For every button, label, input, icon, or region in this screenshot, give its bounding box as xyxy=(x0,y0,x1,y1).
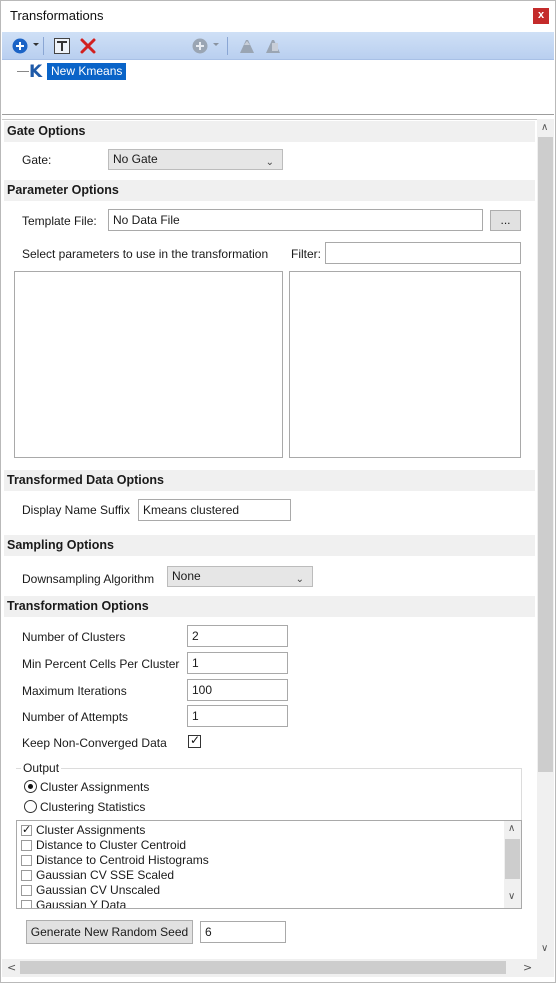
scroll-up-icon[interactable]: ∧ xyxy=(508,823,515,834)
downsampling-algorithm-label: Downsampling Algorithm xyxy=(22,572,155,586)
transformation-tree: K New Kmeans xyxy=(2,61,554,115)
checkbox[interactable] xyxy=(21,870,32,881)
maximum-iterations-input[interactable]: 100 xyxy=(187,679,288,701)
min-percent-cells-value: 1 xyxy=(192,656,199,670)
window-title: Transformations xyxy=(10,8,104,23)
display-name-suffix-input[interactable]: Kmeans clustered xyxy=(138,499,291,521)
tree-connector xyxy=(17,71,29,72)
sampling-options-header: Sampling Options xyxy=(4,535,535,556)
downsampling-algorithm-select[interactable]: None ⌄ xyxy=(167,566,313,587)
output-items-list[interactable]: ✓ Cluster Assignments Distance to Cluste… xyxy=(16,820,522,909)
transformations-window: Transformations x K New Kmeans Gate Opti… xyxy=(0,0,556,983)
add-disabled-caret-icon xyxy=(213,43,219,46)
clustering-statistics-radio-label[interactable]: Clustering Statistics xyxy=(40,800,145,814)
checkbox[interactable] xyxy=(21,855,32,866)
scroll-up-icon[interactable]: ∧ xyxy=(541,122,548,133)
list-item-label: Distance to Centroid Histograms xyxy=(36,853,209,867)
gate-select-value: No Gate xyxy=(113,152,158,166)
chevron-down-icon: ⌄ xyxy=(265,157,274,168)
list-item-label: Gaussian Y Data xyxy=(36,898,127,909)
display-name-suffix-label: Display Name Suffix xyxy=(22,503,130,517)
random-seed-value: 6 xyxy=(205,925,212,939)
chevron-down-icon: ⌄ xyxy=(295,574,304,585)
vertical-scroll-thumb[interactable] xyxy=(538,137,553,772)
list-item-label: Gaussian CV SSE Scaled xyxy=(36,868,175,882)
scrollbar-corner xyxy=(537,959,554,977)
clustering-statistics-radio[interactable] xyxy=(24,800,37,813)
panel-vertical-scrollbar[interactable]: ∧ ∨ xyxy=(537,119,554,959)
maximum-iterations-label: Maximum Iterations xyxy=(22,684,127,698)
template-file-value: No Data File xyxy=(113,213,180,227)
list-item-label: Cluster Assignments xyxy=(36,823,146,837)
horizontal-scroll-thumb[interactable] xyxy=(20,961,506,974)
gate-options-header: Gate Options xyxy=(4,121,535,142)
gate-label: Gate: xyxy=(22,153,52,167)
generate-random-seed-button[interactable]: Generate New Random Seed xyxy=(26,920,193,944)
transformed-data-options-header: Transformed Data Options xyxy=(4,470,535,491)
browse-button[interactable]: ... xyxy=(490,210,521,231)
random-seed-input[interactable]: 6 xyxy=(200,921,286,943)
move-up-disabled-icon xyxy=(240,40,254,53)
toolbar xyxy=(2,32,554,60)
parameter-options-header: Parameter Options xyxy=(4,180,535,201)
checkbox[interactable] xyxy=(21,900,32,908)
cluster-assignments-radio[interactable] xyxy=(24,780,37,793)
add-disabled-icon xyxy=(192,38,208,54)
maximum-iterations-value: 100 xyxy=(192,683,213,697)
list-scrollbar-thumb[interactable] xyxy=(505,839,520,879)
delete-icon[interactable] xyxy=(79,37,97,55)
display-name-suffix-value: Kmeans clustered xyxy=(143,503,240,517)
number-of-clusters-input[interactable]: 2 xyxy=(187,625,288,647)
keep-non-converged-label: Keep Non-Converged Data xyxy=(22,736,167,750)
move-down-disabled-icon xyxy=(266,40,280,53)
cluster-assignments-radio-label[interactable]: Cluster Assignments xyxy=(40,780,149,794)
text-icon[interactable] xyxy=(53,37,71,55)
template-file-field[interactable]: No Data File xyxy=(108,209,483,231)
list-item-label: Distance to Cluster Centroid xyxy=(36,838,187,852)
options-panel: Gate Options Gate: No Gate ⌄ Parameter O… xyxy=(2,119,554,979)
scroll-right-icon[interactable]: > xyxy=(523,961,532,974)
keep-non-converged-checkbox[interactable]: ✓ xyxy=(188,733,201,748)
min-percent-cells-label: Min Percent Cells Per Cluster xyxy=(22,657,180,671)
number-of-attempts-value: 1 xyxy=(192,709,199,723)
panel-horizontal-scrollbar[interactable]: < > xyxy=(2,959,538,977)
number-of-attempts-input[interactable]: 1 xyxy=(187,705,288,727)
selected-parameters-list[interactable] xyxy=(289,271,521,458)
list-scrollbar[interactable]: ∧ ∨ xyxy=(504,821,521,908)
scroll-down-icon[interactable]: ∨ xyxy=(508,891,515,902)
template-file-label: Template File: xyxy=(22,214,97,228)
toolbar-separator xyxy=(227,37,228,55)
number-of-clusters-label: Number of Clusters xyxy=(22,630,126,644)
toolbar-separator xyxy=(43,37,44,55)
scroll-left-icon[interactable]: < xyxy=(7,961,16,974)
filter-input[interactable] xyxy=(325,242,521,264)
min-percent-cells-input[interactable]: 1 xyxy=(187,652,288,674)
kmeans-icon: K xyxy=(29,62,43,82)
available-parameters-list[interactable] xyxy=(14,271,283,458)
check-icon: ✓ xyxy=(190,733,201,747)
list-item-label: Gaussian CV Unscaled xyxy=(36,883,161,897)
number-of-clusters-value: 2 xyxy=(192,629,199,643)
checkbox[interactable] xyxy=(21,840,32,851)
scroll-down-icon[interactable]: ∨ xyxy=(541,943,548,954)
add-dropdown-caret-icon[interactable] xyxy=(33,43,39,46)
close-button[interactable]: x xyxy=(533,8,549,24)
add-icon[interactable] xyxy=(11,37,29,55)
number-of-attempts-label: Number of Attempts xyxy=(22,710,129,724)
checkbox[interactable]: ✓ xyxy=(21,823,32,836)
transformation-options-header: Transformation Options xyxy=(4,596,535,617)
checkbox[interactable] xyxy=(21,885,32,896)
check-icon: ✓ xyxy=(22,823,32,836)
output-group-title: Output xyxy=(21,761,62,775)
filter-label: Filter: xyxy=(291,247,321,261)
gate-select[interactable]: No Gate ⌄ xyxy=(108,149,283,170)
title-bar: Transformations x xyxy=(1,1,555,31)
tree-item-new-kmeans[interactable]: New Kmeans xyxy=(47,63,127,80)
select-parameters-label: Select parameters to use in the transfor… xyxy=(22,247,269,261)
downsampling-algorithm-value: None xyxy=(172,569,201,583)
